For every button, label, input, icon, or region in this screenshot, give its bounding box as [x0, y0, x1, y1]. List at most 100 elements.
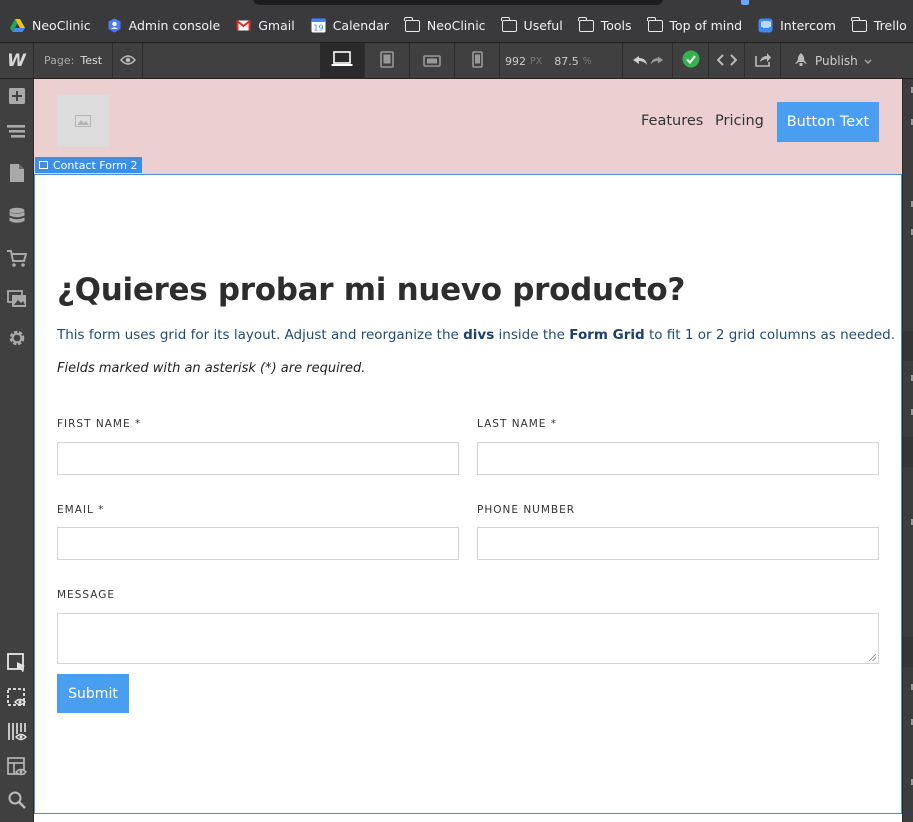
layout-preview-button[interactable]	[0, 752, 34, 786]
toolbar-actions: Publish	[622, 43, 885, 79]
nav-cta-button[interactable]: Button Text	[777, 102, 879, 142]
folder-icon	[404, 16, 420, 32]
xray-button[interactable]	[0, 717, 34, 751]
message-label: MESSAGE	[57, 589, 115, 601]
bookmark-folder-top-of-mind[interactable]: Top of mind	[647, 0, 742, 43]
mobile-landscape-breakpoint-button[interactable]	[410, 43, 455, 79]
check-icon	[682, 50, 700, 72]
assets-button[interactable]	[0, 284, 34, 318]
search-icon	[8, 791, 26, 813]
form-description: This form uses grid for its layout. Adju…	[57, 327, 895, 343]
bookmark-folder-neoclinic[interactable]: NeoClinic	[404, 0, 486, 43]
last-name-label: LAST NAME *	[477, 418, 558, 430]
gmail-icon	[236, 18, 252, 33]
canvas-zoom-value: 87.5	[554, 54, 579, 68]
page-label: Page:	[44, 54, 75, 67]
add-panel-button[interactable]	[0, 81, 34, 115]
undo-redo-buttons[interactable]	[622, 43, 672, 79]
bookmark-label: Tools	[600, 17, 632, 33]
desc-text: inside the	[494, 327, 570, 343]
desc-bold-divs: divs	[463, 327, 495, 343]
email-input[interactable]	[57, 527, 459, 560]
folder-icon	[501, 16, 517, 32]
navigator-icon	[7, 124, 27, 144]
images-icon	[7, 290, 27, 312]
desktop-icon	[331, 51, 353, 71]
bookmark-label: Trello	[873, 17, 907, 33]
eye-icon	[119, 51, 136, 70]
bookmark-label: Admin console	[128, 17, 221, 33]
bookmark-intercom[interactable]: Intercom	[758, 0, 836, 43]
bookmarks-bar: NeoClinic Admin console Gmail 19 Calenda…	[0, 0, 913, 43]
webflow-logo[interactable]: W	[0, 42, 34, 79]
plus-icon	[8, 87, 26, 109]
page-selector[interactable]: Page: Test	[34, 42, 114, 79]
desc-text: to fit 1 or 2 grid columns as needed.	[644, 327, 896, 343]
nav-link-features[interactable]: Features	[641, 113, 703, 129]
bookmark-gmail[interactable]: Gmail	[236, 0, 295, 43]
intercom-icon	[758, 18, 773, 33]
selected-element-outline	[34, 174, 902, 814]
ecommerce-button[interactable]	[0, 244, 34, 278]
selected-element-label[interactable]: Contact Form 2	[35, 157, 142, 173]
panel-section	[903, 637, 913, 667]
nav-link-pricing[interactable]: Pricing	[715, 113, 764, 129]
bookmark-label: Calendar	[332, 17, 389, 33]
layout-eye-icon	[7, 757, 27, 781]
mobile-landscape-icon	[423, 52, 441, 71]
bookmark-admin-console[interactable]: Admin console	[107, 0, 221, 43]
design-canvas[interactable]: Features Pricing Button Text Contact For…	[34, 79, 902, 822]
bookmark-neoclinic-drive[interactable]: NeoClinic	[10, 0, 91, 43]
preview-hidden-button[interactable]	[0, 683, 34, 717]
message-textarea[interactable]	[57, 613, 879, 664]
bookmark-folder-useful[interactable]: Useful	[501, 0, 563, 43]
bookmark-folder-trello[interactable]: Trello	[851, 0, 907, 43]
admin-console-icon	[107, 18, 122, 33]
phone-input[interactable]	[477, 527, 879, 560]
bookmark-calendar[interactable]: 19 Calendar	[311, 0, 389, 43]
navbar[interactable]: Features Pricing Button Text	[34, 79, 902, 174]
status-check-button[interactable]	[672, 43, 708, 79]
required-note: Fields marked with an asterisk (*) are r…	[57, 361, 366, 376]
code-export-button[interactable]	[708, 43, 744, 79]
search-button[interactable]	[0, 785, 34, 819]
cms-button[interactable]	[0, 202, 34, 236]
canvas-width-value: 992	[505, 54, 526, 68]
bookmark-label: Useful	[523, 17, 563, 33]
publish-button[interactable]: Publish	[780, 43, 885, 79]
gear-icon	[8, 329, 26, 351]
chevron-down-icon	[864, 54, 872, 68]
left-sidebar	[0, 79, 34, 822]
canvas-width-unit: PX	[530, 55, 543, 67]
settings-button[interactable]	[0, 323, 34, 357]
tablet-breakpoint-button[interactable]	[365, 43, 410, 79]
calendar-icon: 19	[311, 18, 326, 33]
publish-label: Publish	[815, 54, 858, 68]
select-tool-button[interactable]	[0, 648, 34, 682]
address-bar-edge	[253, 0, 663, 5]
last-name-input[interactable]	[477, 442, 879, 475]
bookmark-folder-tools[interactable]: Tools	[578, 0, 632, 43]
undo-icon	[631, 52, 649, 71]
resize-grip-icon[interactable]	[869, 654, 876, 661]
code-icon	[716, 52, 737, 71]
share-button[interactable]	[744, 43, 780, 79]
page-value: Test	[80, 54, 103, 67]
pages-button[interactable]	[0, 158, 34, 192]
desktop-breakpoint-button[interactable]	[320, 43, 365, 79]
submit-button[interactable]: Submit	[57, 674, 129, 713]
preview-button[interactable]	[113, 42, 144, 79]
share-icon	[754, 51, 772, 71]
bookmark-label: NeoClinic	[426, 17, 486, 33]
desc-text: This form uses grid for its layout. Adju…	[57, 327, 464, 343]
database-icon	[9, 207, 25, 231]
canvas-zoom-unit: %	[582, 55, 592, 67]
navigator-button[interactable]	[0, 117, 34, 151]
panel-section	[903, 437, 913, 467]
logo-placeholder[interactable]	[57, 95, 109, 147]
mobile-portrait-breakpoint-button[interactable]	[455, 43, 500, 79]
folder-icon	[647, 16, 663, 32]
calendar-badge: 19	[313, 23, 323, 32]
first-name-input[interactable]	[57, 442, 459, 475]
mobile-portrait-icon	[471, 50, 483, 72]
